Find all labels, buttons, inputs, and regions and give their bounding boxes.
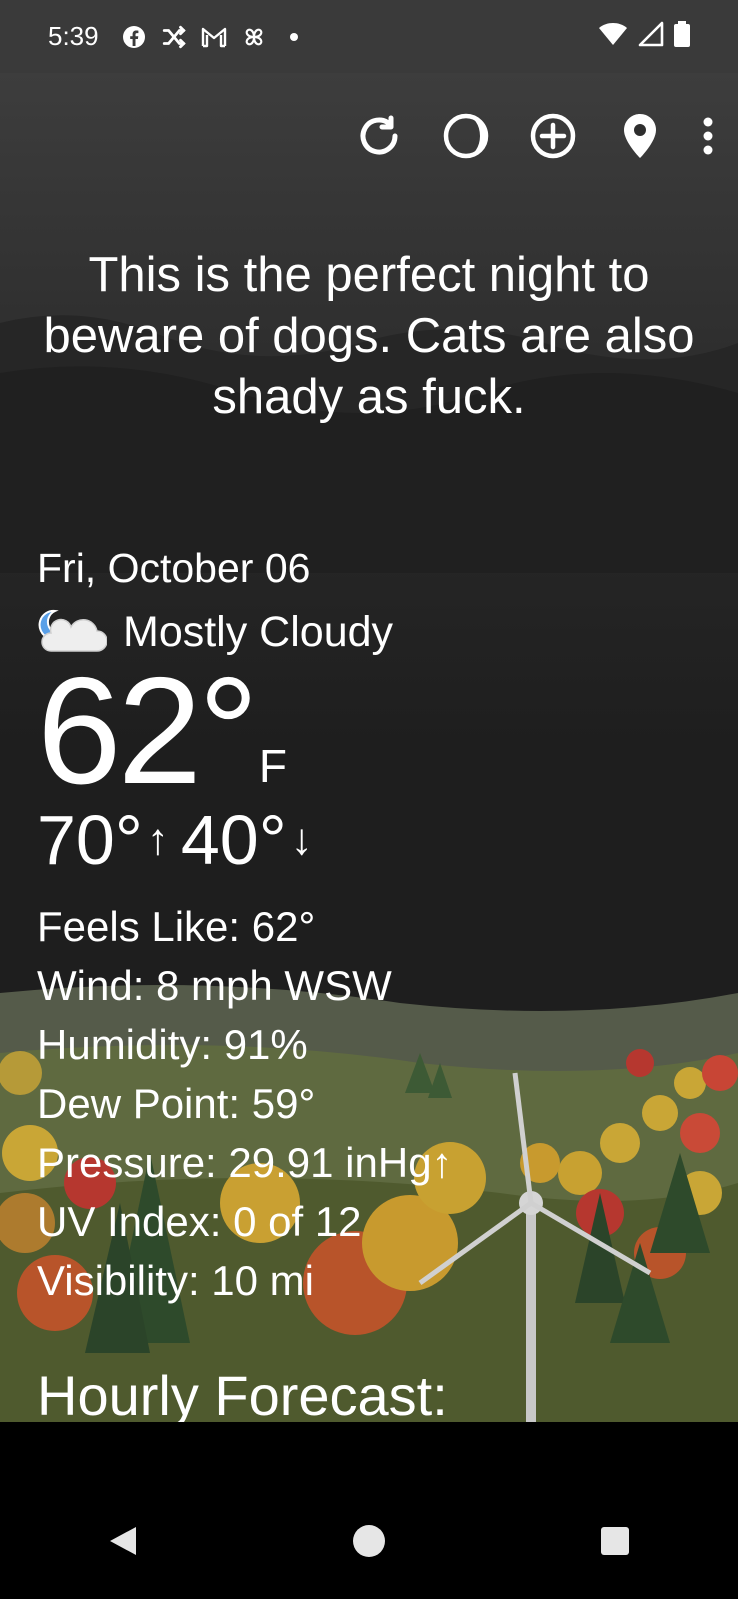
pressure: Pressure: 29.91 inHg↑ (37, 1139, 453, 1186)
temperature-unit: F (258, 740, 287, 792)
signal-icon (638, 21, 664, 52)
recents-button[interactable] (585, 1511, 645, 1571)
current-temperature: 62° (37, 646, 259, 816)
wind: Wind: 8 mph WSW (37, 962, 392, 1009)
low-temperature: 40° (180, 801, 287, 879)
hourly-forecast-heading: Hourly Forecast: (37, 1364, 448, 1422)
more-vert-icon (703, 117, 713, 155)
down-arrow-icon: ↓ (290, 815, 313, 864)
battery-icon (674, 21, 690, 52)
recents-icon (601, 1526, 629, 1555)
notification-icons (121, 24, 307, 50)
refresh-icon (360, 115, 398, 155)
weather-app: This is the perfect night to beware of d… (0, 73, 738, 1422)
status-time: 5:39 (48, 21, 99, 51)
dot-icon (281, 24, 307, 50)
navigation-bar (0, 1422, 738, 1599)
humidity: Humidity: 91% (37, 1021, 308, 1068)
date: Fri, October 06 (37, 545, 311, 591)
visibility: Visibility: 10 mi (37, 1257, 314, 1304)
toolbar (320, 101, 738, 171)
more-options-button[interactable] (688, 108, 728, 164)
theme-icon (443, 113, 489, 159)
home-button[interactable] (339, 1511, 399, 1571)
shuffle-icon (161, 24, 187, 50)
pinwheel-icon (241, 24, 267, 50)
home-icon (353, 1524, 385, 1557)
feels-like: Feels Like: 62° (37, 903, 316, 950)
add-location-icon (530, 113, 576, 159)
weather-details: Feels Like: 62° Wind: 8 mph WSW Humidity… (37, 897, 717, 1310)
high-temperature: 70° (37, 801, 143, 879)
back-icon (110, 1526, 136, 1555)
up-arrow-icon: ↑ (146, 815, 169, 864)
weather-quote: This is the perfect night to beware of d… (43, 248, 695, 424)
location-button[interactable] (612, 108, 668, 164)
back-button[interactable] (93, 1511, 153, 1571)
facebook-icon (121, 24, 147, 50)
dew-point: Dew Point: 59° (37, 1080, 316, 1127)
gmail-icon (201, 24, 227, 50)
high-low: 70° ↑ 40° ↓ (37, 801, 717, 879)
wifi-icon (598, 22, 628, 51)
current-weather: Fri, October 06 Mostly Cloudy 62° F 70° … (37, 543, 717, 1310)
add-location-button[interactable] (525, 108, 581, 164)
refresh-button[interactable] (351, 108, 407, 164)
uv-index: UV Index: 0 of 12 (37, 1198, 362, 1245)
temperature-row: 62° F (37, 646, 717, 816)
status-bar: 5:39 (0, 0, 738, 73)
theme-button[interactable] (438, 108, 494, 164)
system-status-icons (598, 21, 690, 52)
location-pin-icon (624, 114, 656, 158)
